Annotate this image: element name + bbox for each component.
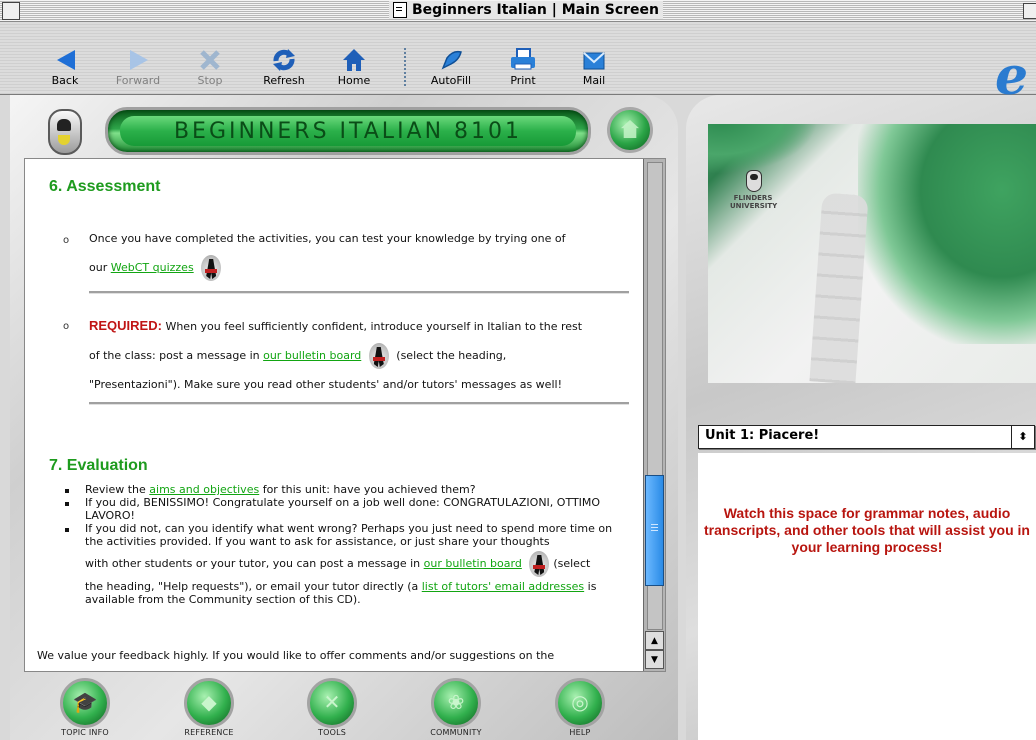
nav-reference[interactable]: ◆ REFERENCE <box>164 678 254 737</box>
tutors-emails-link[interactable]: list of tutors' email addresses <box>422 580 584 593</box>
divider <box>89 291 629 294</box>
back-button[interactable]: Back <box>35 46 95 87</box>
webct-quizzes-link[interactable]: WebCT quizzes <box>111 261 194 274</box>
window-title: Beginners Italian | Main Screen <box>389 1 664 19</box>
list-item: Review the aims and objectives for this … <box>65 483 625 496</box>
university-seal-icon <box>48 109 82 155</box>
back-arrow-icon <box>57 50 75 70</box>
required-label: REQUIRED: <box>89 318 162 333</box>
bullet-icon: o <box>63 235 70 246</box>
home-button[interactable]: Home <box>324 46 384 87</box>
nav-topic-info[interactable]: 🎓 TOPIC INFO <box>40 678 130 737</box>
print-button[interactable]: Print <box>493 46 553 87</box>
home-icon <box>343 49 365 71</box>
nav-community[interactable]: ❀ COMMUNITY <box>411 678 501 737</box>
university-crest-icon <box>746 170 762 192</box>
sidebar-panel: FLINDERS UNIVERSITY Unit 1: Piacere! ⬍ W… <box>686 95 1036 740</box>
webct-mascot-icon <box>199 253 223 283</box>
mail-envelope-icon <box>583 52 605 70</box>
nav-help[interactable]: ◎ HELP <box>535 678 625 737</box>
feedback-text: We value your feedback highly. If you wo… <box>37 649 555 662</box>
list-item: If you did, BENISSIMO! Congratulate your… <box>65 496 625 522</box>
forward-button[interactable]: Forward <box>108 46 168 87</box>
tools-icon: ✕ <box>307 678 357 728</box>
notes-area: Watch this space for grammar notes, audi… <box>698 453 1036 740</box>
evaluation-heading: 7. Evaluation <box>49 457 148 474</box>
refresh-button[interactable]: Refresh <box>254 46 314 87</box>
printer-icon <box>511 48 535 70</box>
course-panel: BEGINNERS ITALIAN 8101 6. Assessment o O… <box>10 95 678 740</box>
aims-objectives-link[interactable]: aims and objectives <box>149 483 259 496</box>
lesson-content: 6. Assessment o Once you have completed … <box>25 159 643 671</box>
graduation-cap-icon: 🎓 <box>60 678 110 728</box>
course-title: BEGINNERS ITALIAN 8101 <box>120 116 576 146</box>
scrollbar-thumb[interactable] <box>645 475 664 586</box>
assessment-item-quizzes: Once you have completed the activities, … <box>89 225 629 283</box>
refresh-icon <box>273 49 295 71</box>
unit-select[interactable]: Unit 1: Piacere! ⬍ <box>698 425 1035 449</box>
bulletin-board-link-2[interactable]: our bulletin board <box>424 557 522 570</box>
leaning-tower-image <box>809 192 869 383</box>
community-icon: ❀ <box>431 678 481 728</box>
notes-message: Watch this space for grammar notes, audi… <box>704 505 1030 555</box>
bulletin-mascot-icon <box>527 549 551 579</box>
title-bar: Beginners Italian | Main Screen <box>0 0 1036 22</box>
main-area: BEGINNERS ITALIAN 8101 6. Assessment o O… <box>10 95 1036 740</box>
window-title-text: Beginners Italian | Main Screen <box>412 2 660 18</box>
course-banner: BEGINNERS ITALIAN 8101 <box>105 107 591 155</box>
toolbar-separator <box>404 48 406 86</box>
nav-tools[interactable]: ✕ TOOLS <box>287 678 377 737</box>
document-icon <box>393 2 407 18</box>
university-name: FLINDERS UNIVERSITY <box>730 194 778 210</box>
pisa-map-image: FLINDERS UNIVERSITY <box>708 124 1036 383</box>
list-item: If you did not, can you identify what we… <box>65 522 625 606</box>
scroll-up-arrow-icon[interactable]: ▲ <box>645 631 664 650</box>
bulletin-board-link[interactable]: our bulletin board <box>263 349 361 362</box>
bullet-icon: o <box>63 321 70 332</box>
stop-button[interactable]: Stop <box>180 46 240 87</box>
assessment-heading: 6. Assessment <box>49 178 161 195</box>
stop-x-icon <box>200 50 220 70</box>
browser-toolbar: Back Forward Stop Refresh Home AutoFill … <box>0 22 1036 103</box>
content-frame: 6. Assessment o Once you have completed … <box>24 158 666 672</box>
autofill-button[interactable]: AutoFill <box>421 46 481 87</box>
evaluation-list: Review the aims and objectives for this … <box>65 483 625 606</box>
content-scrollbar[interactable]: ▲ ▼ <box>643 159 665 671</box>
zoom-box[interactable] <box>1023 3 1036 19</box>
forward-arrow-icon <box>130 50 148 70</box>
book-icon: ◆ <box>184 678 234 728</box>
assessment-item-required: REQUIRED: When you feel sufficiently con… <box>89 318 583 391</box>
select-arrows-icon: ⬍ <box>1011 426 1034 448</box>
help-lifebuoy-icon: ◎ <box>555 678 605 728</box>
scroll-down-arrow-icon[interactable]: ▼ <box>645 650 664 669</box>
house-icon <box>621 120 639 138</box>
bulletin-mascot-icon <box>367 341 391 371</box>
autofill-pen-icon <box>441 50 462 70</box>
close-box[interactable] <box>2 2 20 20</box>
divider <box>89 402 629 405</box>
home-nav-button[interactable] <box>607 107 653 153</box>
mail-button[interactable]: Mail <box>564 46 624 87</box>
